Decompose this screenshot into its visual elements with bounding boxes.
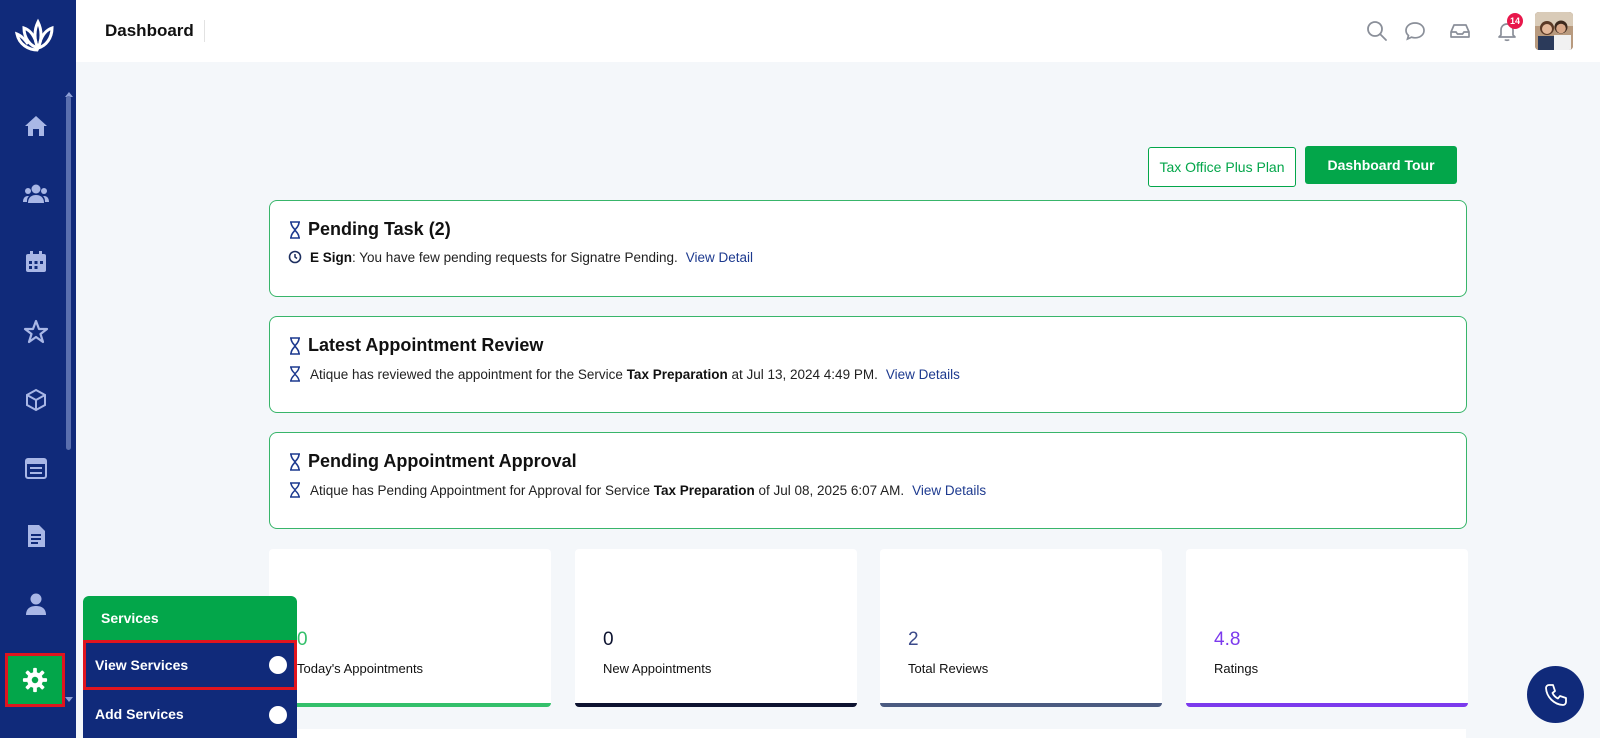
scroll-down-arrow-icon[interactable] [65,697,73,702]
services-flyout-menu: Services View Services Add Services [83,596,297,738]
sidebar [0,0,76,738]
review-text-before: Atique has reviewed the appointment for … [310,366,627,382]
pending-task-card: Pending Task (2) E Sign : You have few p… [269,200,1467,297]
stat-value: 0 [603,629,614,650]
approval-view-details-link[interactable]: View Details [912,483,986,498]
home-icon[interactable] [22,112,50,140]
latest-review-card: Latest Appointment Review Atique has rev… [269,316,1467,413]
stat-label: New Appointments [603,661,712,676]
sidebar-scrollbar[interactable] [66,96,71,450]
stat-card-new-appointments[interactable]: 0 New Appointments [575,549,857,707]
phone-icon [1544,683,1567,706]
pending-task-title: Pending Task (2) [308,219,451,239]
review-service: Tax Preparation [626,366,728,382]
stat-value: 4.8 [1214,629,1241,650]
hourglass-icon [290,337,300,355]
calendar-icon[interactable] [22,248,50,276]
user-icon[interactable] [22,590,50,618]
search-icon[interactable] [1365,19,1389,43]
add-services-label: Add Services [95,706,184,722]
settings-nav-button[interactable] [5,653,65,707]
stat-card-total-reviews[interactable]: 2 Total Reviews [880,549,1162,707]
stat-label: Today's Appointments [297,661,424,676]
latest-review-title: Latest Appointment Review [308,335,544,355]
tax-office-plan-button[interactable]: Tax Office Plus Plan [1148,147,1296,187]
esign-label: E Sign [310,249,353,265]
view-services-label: View Services [95,657,189,673]
services-menu-title: Services [83,596,297,640]
pending-task-row: E Sign : You have few pending requests f… [288,249,753,265]
cube-icon[interactable] [22,386,50,414]
clock-icon [288,250,302,264]
stat-bar [575,703,857,707]
stat-card-todays-appointments[interactable]: 0 Today's Appointments [269,549,551,707]
stat-card-ratings[interactable]: 4.8 Ratings [1186,549,1468,707]
stat-value: 0 [297,629,308,650]
hourglass-icon [290,482,300,498]
brand-logo[interactable] [14,16,62,58]
stat-label: Total Reviews [908,661,989,676]
call-support-button[interactable] [1527,666,1584,723]
bottom-content-strip [296,729,1466,738]
stat-bar [269,703,551,707]
add-services-menu-item[interactable]: Add Services [83,690,297,738]
approval-service: Tax Preparation [653,482,755,498]
approval-text-after: of Jul 08, 2025 6:07 AM. [754,482,905,498]
stat-value: 2 [908,629,919,650]
document-icon[interactable] [22,522,50,550]
pending-approval-card: Pending Appointment Approval Atique has … [269,432,1467,529]
chat-icon[interactable] [1403,19,1427,43]
calendar-list-icon[interactable] [22,454,50,482]
circle-indicator-icon [269,656,287,674]
view-detail-link[interactable]: View Detail [686,250,753,265]
stat-label: Ratings [1214,661,1259,676]
review-view-details-link[interactable]: View Details [886,367,960,382]
gear-icon [22,667,48,693]
pending-task-text: : You have few pending requests for Sign… [352,249,678,265]
users-icon[interactable] [22,180,50,208]
approval-text-before: Atique has Pending Appointment for Appro… [310,482,654,498]
inbox-icon[interactable] [1448,19,1472,43]
hourglass-icon [290,453,300,471]
dashboard-tour-button[interactable]: Dashboard Tour [1305,146,1457,184]
view-services-menu-item[interactable]: View Services [83,640,297,690]
pending-approval-row: Atique has Pending Appointment for Appro… [288,482,986,498]
notification-badge: 14 [1507,13,1523,29]
stat-bar [880,703,1162,707]
stat-bar [1186,703,1468,707]
star-icon[interactable] [22,318,50,346]
hourglass-icon [290,366,300,382]
pending-approval-title: Pending Appointment Approval [308,451,577,471]
hourglass-icon [290,221,300,239]
avatar[interactable] [1535,12,1573,50]
circle-indicator-icon [269,706,287,724]
review-text-after: at Jul 13, 2024 4:49 PM. [727,366,878,382]
page-title: Dashboard [105,20,205,42]
latest-review-row: Atique has reviewed the appointment for … [288,366,960,382]
